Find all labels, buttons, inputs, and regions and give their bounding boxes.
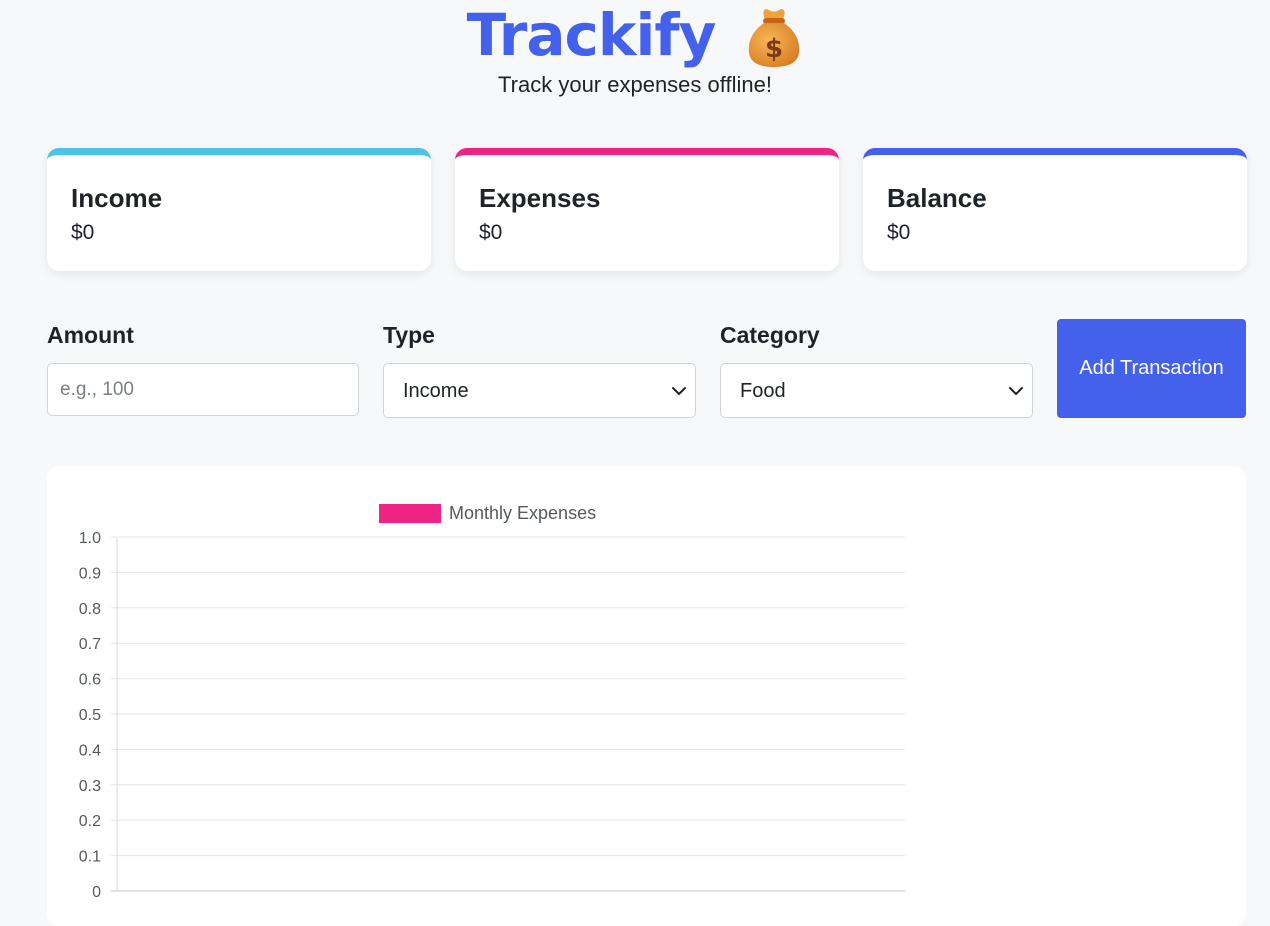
- y-tick-label: 0: [92, 884, 101, 901]
- balance-card-title: Balance: [887, 183, 987, 213]
- y-tick-label: 0.4: [79, 742, 101, 759]
- balance-card-value: $0: [887, 221, 911, 244]
- legend-swatch[interactable]: [379, 504, 441, 523]
- category-select-value: Food: [740, 380, 786, 402]
- y-tick-label: 0.2: [79, 813, 101, 830]
- legend-label[interactable]: Monthly Expenses: [449, 503, 596, 523]
- expenses-card: Expenses $0: [455, 148, 839, 271]
- type-label: Type: [383, 322, 435, 348]
- chart-gridlines: [111, 536, 905, 892]
- chart-panel: 1.0 0.9 0.8 0.7 0.6 0.5 0.4 0.3 0.2 0.1 0 Monthly …: [47, 466, 1246, 926]
- chevron-down-icon: [672, 387, 686, 395]
- monthly-expenses-chart: 1.0 0.9 0.8 0.7 0.6 0.5 0.4 0.3 0.2 0.1 0 Monthly …: [79, 503, 905, 901]
- expenses-card-value: $0: [479, 221, 503, 244]
- y-tick-label: 0.6: [79, 672, 101, 689]
- y-tick-label: 1.0: [79, 530, 101, 547]
- y-tick-label: 0.9: [79, 565, 101, 582]
- amount-label: Amount: [47, 322, 134, 348]
- y-tick-label: 0.1: [79, 849, 101, 866]
- app-subtitle: Track your expenses offline!: [498, 72, 772, 97]
- money-bag-icon: $: [749, 9, 800, 67]
- category-label: Category: [720, 322, 820, 348]
- y-tick-label: 0.7: [79, 636, 101, 653]
- y-tick-label: 0.8: [79, 601, 101, 618]
- y-tick-label: 0.3: [79, 778, 101, 795]
- y-tick-label: 0.5: [79, 707, 101, 724]
- chevron-down-icon: [1009, 387, 1023, 395]
- amount-input[interactable]: [47, 363, 359, 416]
- svg-text:$: $: [765, 34, 783, 64]
- income-card-value: $0: [71, 221, 95, 244]
- expenses-card-title: Expenses: [479, 183, 601, 213]
- title-row: Trackify $: [0, 0, 1270, 70]
- income-card-title: Income: [71, 183, 163, 213]
- app-title: Trackify: [466, 1, 717, 69]
- balance-card: Balance $0: [863, 148, 1247, 271]
- add-transaction-button[interactable]: Add Transaction: [1057, 319, 1246, 418]
- type-select[interactable]: Income: [383, 363, 696, 418]
- income-card: Income $0: [47, 148, 431, 271]
- y-axis-ticks: 1.0 0.9 0.8 0.7 0.6 0.5 0.4 0.3 0.2 0.1 0: [79, 530, 101, 901]
- category-select[interactable]: Food: [720, 363, 1033, 418]
- type-select-value: Income: [403, 380, 469, 402]
- chart-legend[interactable]: Monthly Expenses: [379, 503, 596, 523]
